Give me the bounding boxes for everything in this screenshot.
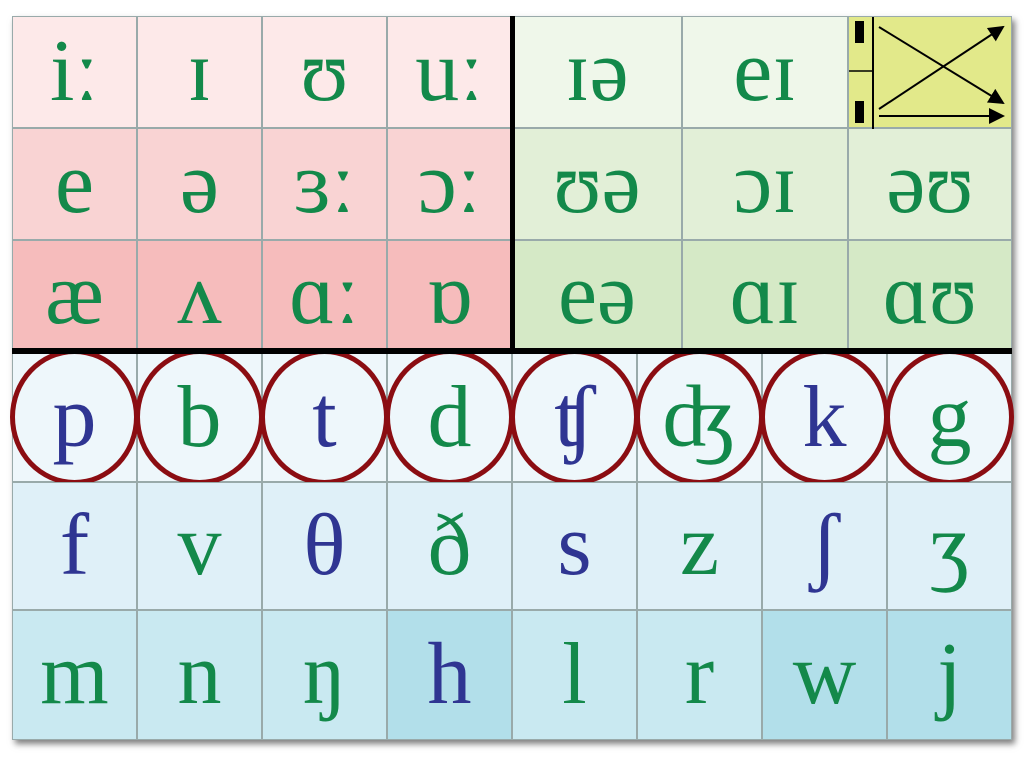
diphthong-cell[interactable]: eə <box>512 240 682 350</box>
consonant-cell[interactable]: θ <box>262 482 387 610</box>
indicator-cell <box>848 16 1012 129</box>
diphthong-cell[interactable]: əʊ <box>848 128 1012 240</box>
monophthong-cell[interactable]: ʊ <box>262 16 387 128</box>
consonant-cell[interactable]: r <box>637 610 762 740</box>
consonant-cell[interactable]: n <box>137 610 262 740</box>
consonant-cell[interactable]: l <box>512 610 637 740</box>
consonant-cell[interactable]: b <box>137 353 262 482</box>
consonant-cell[interactable]: m <box>12 610 137 740</box>
section-divider-vertical <box>510 16 515 352</box>
glide-arrows-icon <box>849 17 1005 129</box>
consonant-cell[interactable]: v <box>137 482 262 610</box>
monophthong-cell[interactable]: ɒ <box>387 240 512 350</box>
diphthong-cell[interactable]: eɪ <box>682 16 848 128</box>
consonant-cell[interactable]: p <box>12 353 137 482</box>
consonant-cell[interactable]: j <box>887 610 1012 740</box>
consonant-cell[interactable]: g <box>887 353 1012 482</box>
monophthong-cell[interactable]: ʌ <box>137 240 262 350</box>
consonant-cell[interactable]: k <box>762 353 887 482</box>
diphthong-cell[interactable]: ɑʊ <box>848 240 1012 350</box>
consonant-cell[interactable]: ð <box>387 482 512 610</box>
diphthong-cell[interactable]: ʊə <box>512 128 682 240</box>
monophthong-cell[interactable]: ɪ <box>137 16 262 128</box>
monophthong-cell[interactable]: uː <box>387 16 512 128</box>
consonant-cell[interactable]: ʒ <box>887 482 1012 610</box>
monophthong-cell[interactable]: ə <box>137 128 262 240</box>
monophthong-cell[interactable]: e <box>12 128 137 240</box>
consonant-cell[interactable]: ŋ <box>262 610 387 740</box>
consonant-cell[interactable]: w <box>762 610 887 740</box>
monophthong-cell[interactable]: ɑː <box>262 240 387 350</box>
monophthong-cell[interactable]: æ <box>12 240 137 350</box>
consonant-cell[interactable]: ʃ <box>762 482 887 610</box>
consonant-cell[interactable]: z <box>637 482 762 610</box>
consonant-cell[interactable]: f <box>12 482 137 610</box>
diphthong-cell[interactable]: ɪə <box>512 16 682 128</box>
consonant-cell[interactable]: ʧ <box>512 353 637 482</box>
diphthong-cell[interactable]: ɔɪ <box>682 128 848 240</box>
consonant-cell[interactable]: ʤ <box>637 353 762 482</box>
consonant-cell[interactable]: h <box>387 610 512 740</box>
consonant-cell[interactable]: d <box>387 353 512 482</box>
monophthong-cell[interactable]: ɔː <box>387 128 512 240</box>
diphthong-cell[interactable]: ɑɪ <box>682 240 848 350</box>
monophthong-cell[interactable]: ɜː <box>262 128 387 240</box>
consonant-cell[interactable]: t <box>262 353 387 482</box>
phonemic-chart: iː ɪ ʊ uː e ə ɜː ɔː æ ʌ ɑː ɒ ɪə eɪ ʊə ɔɪ əʊ eə ɑɪ ɑʊ p b t d ʧ ʤ k… <box>10 16 1014 740</box>
consonant-cell[interactable]: s <box>512 482 637 610</box>
monophthong-cell[interactable]: iː <box>12 16 137 128</box>
